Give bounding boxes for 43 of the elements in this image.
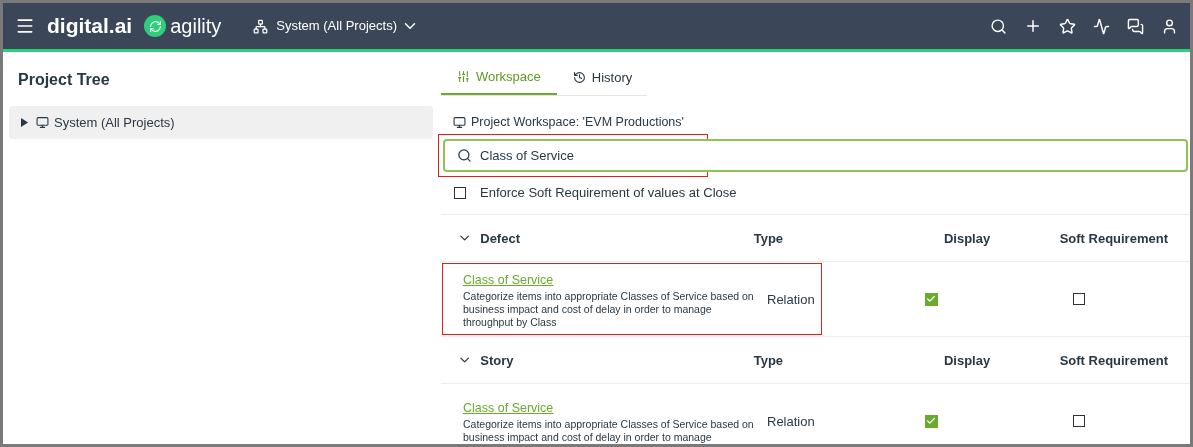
expand-caret-icon[interactable] [21, 118, 28, 127]
scope-selector[interactable]: System (All Projects) [276, 16, 419, 36]
type-cell-text: Relation [767, 290, 815, 309]
group-title: Defect [480, 229, 521, 248]
column-header: Display [942, 229, 992, 248]
chat-icon[interactable] [1127, 17, 1144, 35]
search-icon [457, 147, 472, 163]
search-icon[interactable] [990, 17, 1007, 35]
monitor-icon [36, 116, 49, 129]
agility-logo-icon [144, 15, 167, 37]
checkbox[interactable] [1073, 293, 1085, 306]
checkbox[interactable] [454, 186, 466, 199]
workspace-label: Project Workspace: 'EVM Productions' [471, 114, 684, 131]
checkbox[interactable] [1073, 415, 1085, 428]
plus-icon[interactable] [1024, 17, 1042, 35]
user-icon[interactable] [1161, 17, 1178, 35]
star-icon[interactable] [1059, 17, 1076, 35]
brand-logo: digital.ai [47, 13, 133, 40]
tab[interactable]: Workspace [441, 60, 557, 95]
panel-title: Project Tree [18, 70, 111, 90]
search-field[interactable]: Class of Service [443, 138, 1188, 172]
checkbox[interactable] [924, 414, 938, 428]
column-header: Type [753, 351, 785, 370]
pulse-icon[interactable] [1093, 17, 1110, 35]
checkbox-label: Enforce Soft Requirement of values at Close [480, 183, 737, 202]
hierarchy-icon [253, 18, 269, 34]
checkbox[interactable] [924, 292, 938, 306]
tree-item-label: System (All Projects) [54, 113, 175, 132]
column-header: Soft Requirement [1058, 229, 1169, 248]
type-cell-text: Relation [767, 412, 815, 431]
history-icon [572, 71, 586, 84]
group-title: Story [480, 351, 515, 370]
tree-item[interactable]: System (All Projects) [9, 106, 433, 139]
field-description: Categorize items into appropriate Classes of Service based on business impact and cost of delay in order to manage [463, 418, 755, 444]
column-header: Display [942, 351, 992, 370]
column-header: Soft Requirement [1058, 351, 1169, 370]
sliders-icon [457, 70, 470, 83]
monitor-icon [453, 115, 466, 129]
menu-icon[interactable] [15, 16, 35, 36]
field-description: Categorize items into appropriate Classes of Service based on business impact and cost of delay in order to manage throughput by Class [463, 289, 755, 329]
product-logo: agility [170, 14, 222, 39]
column-header: Type [753, 229, 785, 248]
tab[interactable]: History [556, 60, 649, 95]
